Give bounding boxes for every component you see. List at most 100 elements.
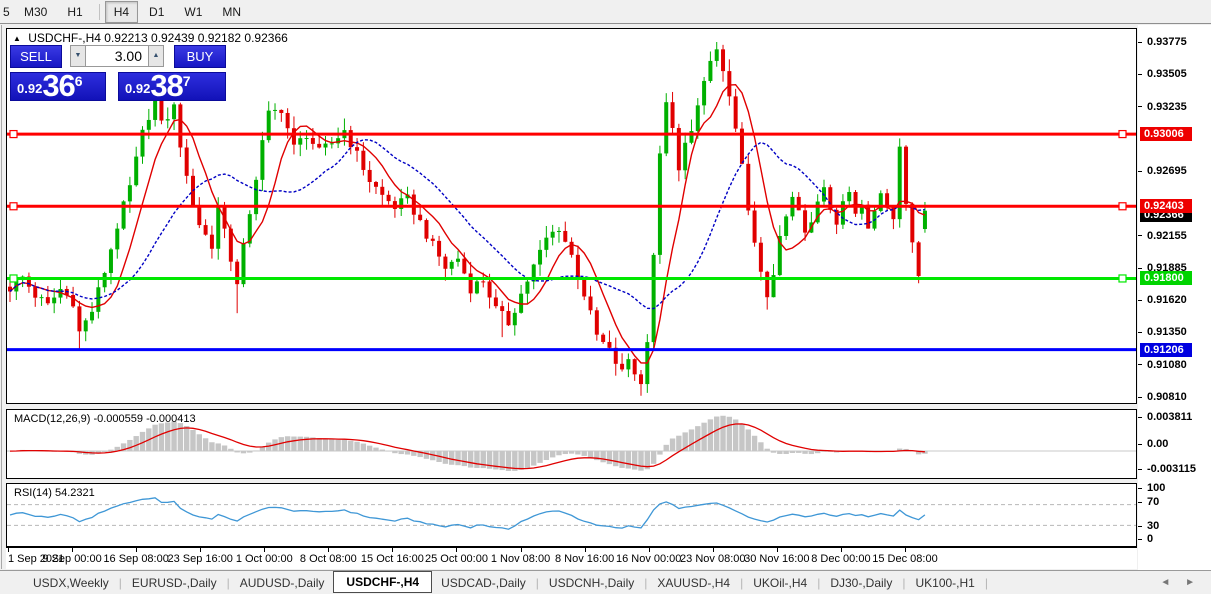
time-tick-label: 23 Nov 08:00 (680, 553, 746, 565)
price-tick-mark (1138, 73, 1142, 75)
buy-price-pips: 38 (150, 72, 183, 101)
time-tick-label: 15 Dec 08:00 (872, 553, 938, 565)
price-badge-091206: 0.91206 (1140, 342, 1192, 357)
price-tick-label: 0.93235 (1147, 100, 1187, 113)
price-tick-label: 0.92155 (1147, 229, 1187, 242)
rsi-chart[interactable] (7, 484, 1136, 546)
timeframe-button-mn[interactable]: MN (213, 1, 250, 23)
symbol-marker-icon: ▲ (13, 34, 21, 43)
macd-tick-mark (1138, 469, 1142, 470)
price-tick-label: 0.93775 (1147, 36, 1187, 48)
time-tick-mark (648, 548, 650, 552)
time-tick-label: 1 Nov 08:00 (490, 553, 551, 565)
sell-price-display[interactable]: 0.92 36 6 (10, 72, 106, 101)
time-axis[interactable]: 1 Sep 2021 9 Sep 00:00 16 Sep 08:00 23 Sep … (6, 547, 1137, 569)
buy-price-display[interactable]: 0.92 38 7 (118, 72, 226, 101)
price-tick-mark (1138, 170, 1142, 172)
sell-button[interactable]: SELL (10, 44, 62, 68)
tab-audusd-daily[interactable]: AUDUSD-,Daily (231, 573, 334, 593)
price-tick-mark (1138, 267, 1142, 269)
rsi-axis-label: 30 (1147, 520, 1160, 532)
time-tick-mark (840, 548, 842, 552)
tab-usdchf-h4[interactable]: USDCHF-,H4 (333, 570, 433, 593)
time-tick-label: 8 Oct 08:00 (299, 553, 357, 565)
buy-button[interactable]: BUY (174, 44, 226, 68)
rsi-tick-mark (1138, 488, 1142, 489)
timeframe-button-w1[interactable]: W1 (175, 1, 211, 23)
time-tick-label: 9 Sep 00:00 (42, 553, 102, 565)
time-tick-mark (200, 548, 202, 552)
rsi-label: RSI(14) 54.2321 (14, 487, 95, 499)
price-tick-mark (1138, 235, 1142, 237)
tab-scroll-arrows: ◄ ► (1160, 577, 1201, 588)
time-tick-label: 16 Nov 00:00 (615, 553, 682, 565)
tab-eurusd-daily[interactable]: EURUSD-,Daily (123, 573, 226, 593)
macd-axis-label: -0.003115 (1147, 463, 1196, 475)
toolbar-separator (98, 3, 100, 20)
tab-usdcnh-daily[interactable]: USDCNH-,Daily (540, 573, 643, 593)
time-tick-mark (72, 548, 74, 552)
price-badge-091800: 0.91800 (1140, 271, 1192, 286)
time-tick-mark (904, 548, 906, 552)
macd-tick-mark (1138, 444, 1142, 445)
volume-decrease-button[interactable]: ▼ (70, 45, 86, 67)
price-tick-label: 0.90810 (1147, 391, 1187, 403)
price-tick-mark (1138, 106, 1142, 108)
timeframe-button-5[interactable]: 5 (0, 1, 13, 23)
window-frame-edge (1, 25, 2, 569)
time-tick-label: 8 Nov 16:00 (554, 553, 615, 565)
chart-tab-bar: USDX,Weekly | EURUSD-,Daily | AUDUSD-,Daily U… (0, 570, 1211, 594)
timeframe-button-h4[interactable]: H4 (104, 0, 139, 23)
price-tick-label: 0.93505 (1147, 68, 1187, 81)
timeframe-button-h1[interactable]: H1 (58, 1, 91, 23)
time-tick-label: 16 Sep 08:00 (103, 553, 169, 565)
tab-xauusd-h4[interactable]: XAUUSD-,H4 (648, 573, 739, 593)
timeframe-toolbar: 5 M30 H1 H4 D1 W1 MN (0, 0, 1211, 24)
price-tick-mark (1138, 41, 1142, 43)
chart-ohlc-values: 0.92213 0.92439 0.92182 0.92366 (104, 31, 288, 45)
rsi-indicator-panel[interactable]: RSI(14) 54.2321 (6, 483, 1137, 547)
tab-dj30-daily[interactable]: DJ30-,Daily (821, 573, 901, 593)
time-tick-mark (776, 548, 778, 552)
price-tick-mark (1138, 299, 1142, 301)
sell-price-point: 6 (74, 73, 83, 89)
macd-indicator-panel[interactable]: MACD(12,26,9) -0.000559 -0.000413 (6, 409, 1137, 479)
time-tick-mark (8, 548, 9, 552)
price-tick-mark (1138, 396, 1142, 398)
time-tick-mark (264, 548, 266, 552)
rsi-axis-label: 0 (1147, 533, 1154, 545)
rsi-axis-label: 100 (1147, 482, 1166, 494)
time-tick-label: 15 Oct 16:00 (360, 553, 424, 565)
macd-label: MACD(12,26,9) -0.000559 -0.000413 (14, 413, 196, 425)
time-tick-label: 25 Oct 00:00 (424, 553, 488, 565)
price-tick-label: 0.91080 (1147, 358, 1187, 371)
time-tick-label: 30 Nov 16:00 (744, 553, 810, 565)
time-tick-mark (136, 548, 138, 552)
sell-price-pips: 36 (42, 72, 75, 101)
price-tick-mark (1138, 364, 1142, 366)
tab-usdx-weekly[interactable]: USDX,Weekly (24, 573, 118, 593)
tabs-scroll-left-icon[interactable]: ◄ (1160, 577, 1176, 588)
macd-tick-mark (1138, 417, 1142, 418)
volume-increase-button[interactable]: ▲ (148, 45, 164, 67)
price-badge-092403: 0.92403 (1140, 199, 1192, 214)
rsi-tick-mark (1138, 502, 1142, 503)
price-tick-label: 0.91620 (1147, 294, 1187, 307)
tab-separator: | (984, 575, 988, 590)
tab-uk100-h1[interactable]: UK100-,H1 (906, 573, 983, 593)
macd-axis-label: 0.003811 (1147, 411, 1193, 423)
time-tick-label: 8 Dec 00:00 (811, 553, 871, 565)
volume-stepper: ▼ ▲ (70, 45, 164, 67)
tabs-scroll-right-icon[interactable]: ► (1185, 577, 1201, 588)
tab-ukoil-h4[interactable]: UKOil-,H4 (744, 573, 816, 593)
price-badge-093006: 0.93006 (1140, 127, 1192, 142)
price-axis[interactable]: 0.93775 0.93505 0.93235 0.92695 0.92155 0.918… (1138, 25, 1211, 570)
volume-input[interactable] (86, 45, 148, 67)
time-tick-mark (520, 548, 522, 552)
tab-usdcad-daily[interactable]: USDCAD-,Daily (432, 573, 535, 593)
buy-price-point: 7 (182, 73, 191, 89)
timeframe-button-m30[interactable]: M30 (15, 1, 56, 23)
chart-title: ▲ USDCHF-,H4 0.92213 0.92439 0.92182 0.9… (13, 31, 288, 45)
timeframe-button-d1[interactable]: D1 (140, 1, 173, 23)
time-tick-mark (712, 548, 714, 552)
